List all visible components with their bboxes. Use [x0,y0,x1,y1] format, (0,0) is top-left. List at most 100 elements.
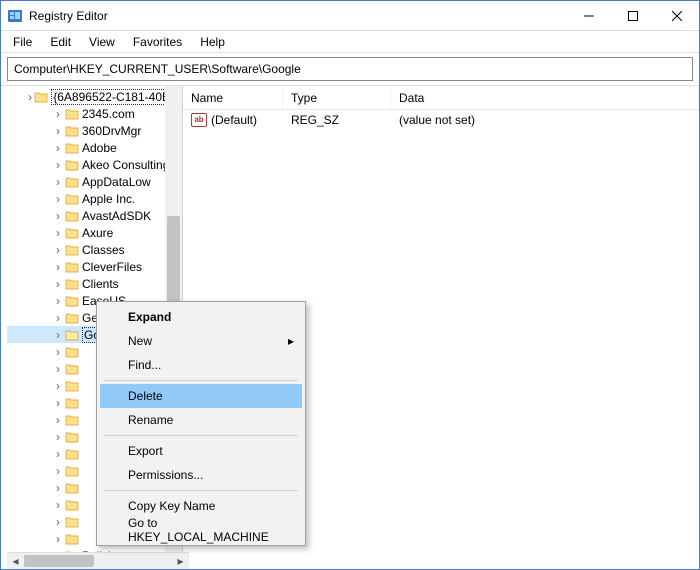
hscroll-right-icon[interactable]: ▸ [172,553,189,570]
context-menu-item[interactable]: Permissions... [100,463,302,487]
folder-icon [65,312,79,324]
hscroll-thumb[interactable] [24,555,94,567]
folder-icon [65,329,79,341]
expand-icon[interactable]: › [51,464,65,478]
folder-icon [65,516,79,528]
expand-icon[interactable]: › [51,141,65,155]
address-input[interactable] [12,61,688,77]
tree-item-label: Akeo Consulting [82,158,169,172]
context-menu-item[interactable]: Rename [100,408,302,432]
hscroll-left-icon[interactable]: ◂ [7,553,24,570]
tree-item[interactable]: › 2345.com [7,105,182,122]
expand-icon[interactable]: › [26,90,34,104]
tree-item-label: Apple Inc. [82,192,135,206]
context-menu-item[interactable]: Export [100,439,302,463]
expand-icon[interactable]: › [51,243,65,257]
tree-item[interactable]: ›Classes [7,241,182,258]
folder-icon [34,91,48,103]
tree-item-label: Axure [82,226,113,240]
value-row[interactable]: ab (Default) REG_SZ (value not set) [183,110,699,130]
menu-separator [104,490,298,491]
expand-icon[interactable]: › [51,345,65,359]
tree-item[interactable]: ›360DrvMgr [7,122,182,139]
menu-favorites[interactable]: Favorites [125,33,190,51]
tree-item[interactable]: › Axure [7,224,182,241]
value-name-cell: ab (Default) [183,113,283,127]
col-type[interactable]: Type [283,87,391,109]
registry-editor-window: Registry Editor File Edit View Favorites… [0,0,700,570]
tree-item[interactable]: ›Clients [7,275,182,292]
tree-vscroll-thumb[interactable] [167,216,180,306]
expand-icon[interactable]: › [51,413,65,427]
expand-icon[interactable]: › [51,430,65,444]
expand-icon[interactable]: › [51,226,65,240]
tree-item[interactable]: › AppDataLow [7,173,182,190]
context-menu-item[interactable]: Find... [100,353,302,377]
expand-icon[interactable]: › [51,260,65,274]
expand-icon[interactable]: › [51,294,65,308]
folder-icon [65,346,79,358]
context-menu-item[interactable]: Expand [100,305,302,329]
maximize-button[interactable] [611,2,655,30]
expand-icon[interactable]: › [51,379,65,393]
context-menu: Expand New▸Find... DeleteRename Export Permi… [96,301,306,546]
menu-view[interactable]: View [81,33,123,51]
menu-edit[interactable]: Edit [42,33,79,51]
tree-item[interactable]: › CleverFiles [7,258,182,275]
context-menu-item[interactable]: Go to HKEY_LOCAL_MACHINE [100,518,302,542]
folder-icon [65,482,79,494]
folder-icon [65,414,79,426]
tree-item[interactable]: ›{6A896522-C181-40B... [7,88,182,105]
menu-file[interactable]: File [5,33,40,51]
expand-icon[interactable]: › [51,124,65,138]
folder-icon [65,261,79,273]
submenu-arrow-icon: ▸ [288,334,294,348]
col-data[interactable]: Data [391,87,699,109]
menu-help[interactable]: Help [192,33,233,51]
expand-icon[interactable]: › [51,328,65,342]
folder-icon [65,465,79,477]
expand-icon[interactable]: › [51,481,65,495]
folder-icon [65,159,79,171]
menu-item-label: Permissions... [128,468,203,482]
expand-icon[interactable]: › [51,209,65,223]
tree-item[interactable]: › Akeo Consulting [7,156,182,173]
folder-icon [65,448,79,460]
tree-item[interactable]: › Apple Inc. [7,190,182,207]
menu-separator [104,380,298,381]
expand-icon[interactable]: › [51,532,65,546]
context-menu-item[interactable]: Copy Key Name [100,494,302,518]
expand-icon[interactable]: › [51,498,65,512]
folder-icon [65,295,79,307]
expand-icon[interactable]: › [51,396,65,410]
address-bar[interactable] [7,57,693,81]
expand-icon[interactable]: › [51,311,65,325]
value-type: REG_SZ [283,113,391,127]
menu-item-label: Expand [128,310,171,324]
menu-separator [104,435,298,436]
tree-item-label: AppDataLow [82,175,151,189]
menubar: File Edit View Favorites Help [1,31,699,53]
tree-item[interactable]: ›AvastAdSDK [7,207,182,224]
minimize-button[interactable] [567,2,611,30]
expand-icon[interactable]: › [51,277,65,291]
folder-icon [65,227,79,239]
expand-icon[interactable]: › [51,158,65,172]
col-name[interactable]: Name [183,87,283,109]
context-menu-item[interactable]: Delete [100,384,302,408]
tree-item-label: 2345.com [82,107,135,121]
close-button[interactable] [655,2,699,30]
expand-icon[interactable]: › [51,192,65,206]
folder-icon [65,278,79,290]
expand-icon[interactable]: › [51,175,65,189]
tree-item[interactable]: ›Adobe [7,139,182,156]
expand-icon[interactable]: › [51,362,65,376]
tree-hscrollbar[interactable]: ◂ ▸ [7,552,189,569]
menu-item-label: Copy Key Name [128,499,215,513]
tree-item-label: CleverFiles [82,260,142,274]
expand-icon[interactable]: › [51,515,65,529]
hscroll-track[interactable] [24,553,172,569]
context-menu-item[interactable]: New▸ [100,329,302,353]
expand-icon[interactable]: › [51,447,65,461]
expand-icon[interactable]: › [51,107,65,121]
